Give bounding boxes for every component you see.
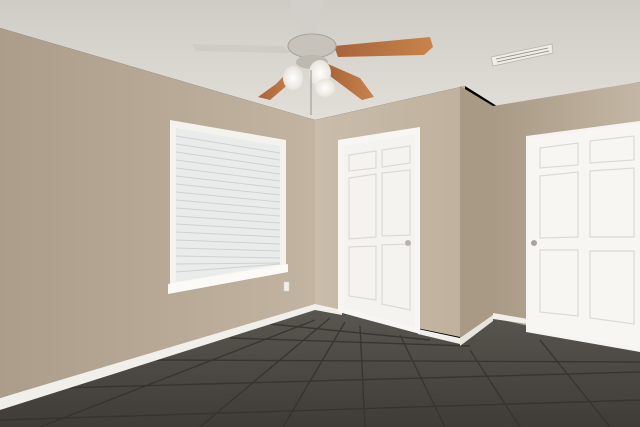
closet-door-panel <box>528 124 640 348</box>
fan-light-right <box>315 79 335 97</box>
window <box>168 120 288 294</box>
closet-side-wall <box>460 86 493 340</box>
room-photo <box>0 0 640 427</box>
door-icon <box>338 127 420 334</box>
closet-door-knob <box>531 240 537 246</box>
room-illustration <box>0 0 640 427</box>
fan-light-left <box>283 66 303 90</box>
door-panel <box>344 134 415 328</box>
fan-motor-housing <box>287 33 337 59</box>
power-outlet-icon <box>283 281 290 292</box>
door-knob <box>405 240 411 246</box>
closet-door-icon <box>526 121 640 352</box>
